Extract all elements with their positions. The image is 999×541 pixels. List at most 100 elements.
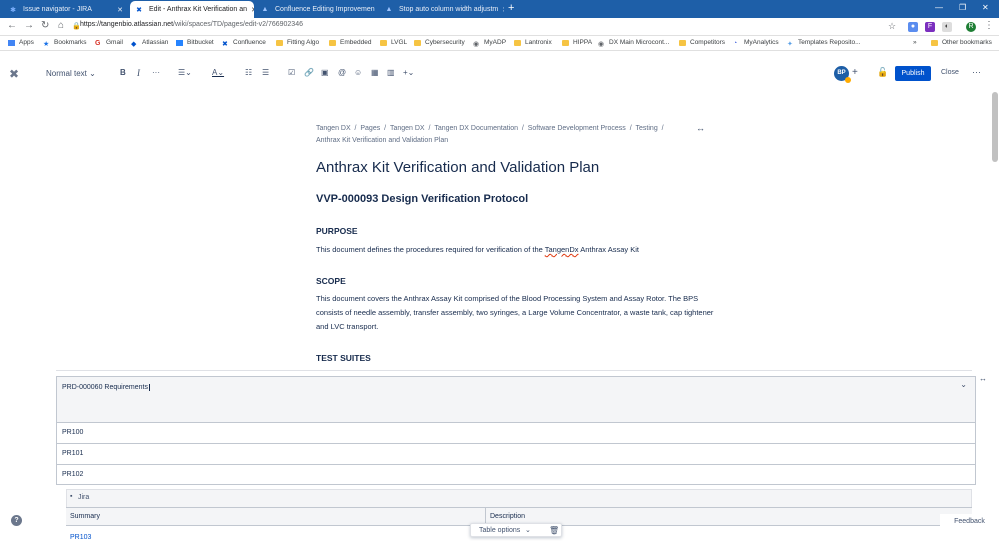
close-tab-icon[interactable]: ✕ (375, 6, 378, 14)
table-column-controls[interactable] (56, 370, 972, 375)
profile-avatar[interactable]: R (966, 22, 976, 32)
bookmark-competitors[interactable]: Competitors (679, 39, 725, 46)
more-actions-icon[interactable]: ··· (972, 67, 981, 77)
table-icon[interactable]: ▦ (371, 68, 379, 77)
browser-menu-icon[interactable]: ⋮ (984, 20, 994, 31)
url-field[interactable]: https://tangenbio.atlassian.net/wiki/spa… (80, 21, 303, 28)
bookmark-gmail[interactable]: G Gmail (95, 39, 123, 47)
extension-icon[interactable]: ◐ (942, 22, 952, 32)
text-style-dropdown[interactable]: Normal text ⌄ (46, 69, 96, 78)
bookmark-embedded[interactable]: Embedded (329, 39, 371, 46)
breadcrumb-separator: / (521, 125, 524, 132)
breadcrumb-item[interactable]: Software Development Process (528, 125, 626, 132)
image-icon[interactable]: ▣ (321, 68, 329, 77)
more-bookmarks-button[interactable]: » (913, 39, 917, 46)
url-host: https://tangenbio.atlassian.net (80, 21, 174, 28)
bookmark-bitbucket[interactable]: Bitbucket (176, 39, 214, 46)
insert-more-icon[interactable]: +⌄ (403, 68, 414, 77)
more-formatting-icon[interactable]: ··· (152, 68, 160, 77)
breadcrumb-item[interactable]: Tangen DX Documentation (434, 125, 518, 132)
text-cursor (149, 384, 150, 391)
analytics-icon: ◔ (733, 39, 738, 47)
apps-grid-icon (8, 39, 15, 46)
breadcrumb-item[interactable]: Tangen DX (316, 125, 351, 132)
bookmark-hippa[interactable]: HIPPA (562, 39, 592, 46)
text-color-icon[interactable]: A⌄ (212, 68, 224, 77)
bookmark-cybersecurity[interactable]: Cybersecurity (414, 39, 465, 46)
bookmark-confluence[interactable]: ✖ Confluence (222, 39, 266, 48)
minimize-icon[interactable]: — (935, 3, 943, 12)
tab-stop-auto-column[interactable]: ▲ Stop auto column width adjustm ✕ (380, 1, 504, 18)
scope-heading: SCOPE (316, 276, 346, 286)
bold-icon[interactable]: B (120, 68, 126, 77)
table-header-row[interactable]: PRD-000060 Requirements ⌄ (56, 376, 976, 422)
feedback-button[interactable]: Feedback (940, 514, 999, 530)
table-row[interactable]: PR100 (56, 422, 976, 443)
bookmark-lvgl[interactable]: LVGL (380, 39, 407, 46)
bookmark-myanalytics[interactable]: ◔ MyAnalytics (733, 39, 779, 47)
page-title[interactable]: Anthrax Kit Verification and Validation … (316, 159, 599, 176)
breadcrumb-item[interactable]: Pages (360, 125, 380, 132)
folder-icon (514, 39, 521, 46)
back-icon[interactable]: ← (7, 20, 17, 31)
home-icon[interactable]: ⌂ (58, 20, 64, 31)
extension-icon[interactable]: ● (908, 22, 918, 32)
numbered-list-icon[interactable]: ☰ (262, 68, 269, 77)
help-button[interactable]: ? (11, 515, 22, 526)
bookmark-fitting-algo[interactable]: Fitting Algo (276, 39, 319, 46)
tab-edit-page[interactable]: ✖ Edit - Anthrax Kit Verification an ✕ (130, 1, 254, 18)
close-tab-icon[interactable]: ✕ (247, 6, 254, 14)
tab-issue-navigator[interactable]: ✱ Issue navigator - JIRA ✕ (4, 1, 128, 18)
italic-icon[interactable]: I (137, 68, 140, 78)
forward-icon[interactable]: → (24, 20, 34, 31)
table-width-toggle-icon[interactable]: ↔ (979, 374, 987, 383)
bookmark-dx-main[interactable]: ◉ DX Main Microcont... (598, 39, 669, 48)
folder-icon (414, 39, 421, 46)
new-tab-icon[interactable]: + (508, 2, 514, 14)
action-item-icon[interactable]: ☑ (288, 68, 295, 77)
bookmark-apps[interactable]: Apps (8, 39, 34, 46)
chevron-down-icon[interactable]: ⌄ (960, 380, 967, 389)
close-tab-icon[interactable]: ✕ (113, 6, 123, 14)
full-width-toggle-icon[interactable]: ↔ (696, 123, 705, 133)
link-icon[interactable]: 🔗 (304, 68, 314, 77)
table-header-cell[interactable]: PRD-000060 Requirements (62, 384, 148, 391)
breadcrumb-item[interactable]: Testing (636, 125, 658, 132)
close-button[interactable]: Close (941, 69, 959, 76)
bookmark-other[interactable]: Other bookmarks (931, 39, 992, 46)
invite-icon[interactable]: + (852, 67, 858, 78)
scrollbar[interactable] (992, 92, 998, 162)
mention-icon[interactable]: @ (338, 68, 346, 77)
confluence-logo-icon[interactable]: ✖ (9, 67, 19, 81)
tab-title: Confluence Editing Improvemen (275, 6, 375, 13)
window-close-icon[interactable]: ✕ (982, 3, 989, 12)
table-options-button[interactable]: Table options ⌄ 🗑 (470, 523, 562, 537)
bookmark-bookmarks[interactable]: ★ Bookmarks (43, 39, 87, 48)
breadcrumb-item[interactable]: Tangen DX (390, 125, 425, 132)
align-icon[interactable]: ☰⌄ (178, 68, 192, 77)
table-row[interactable]: PR101 (56, 443, 976, 464)
bookmark-lantronix[interactable]: Lantronix (514, 39, 552, 46)
issue-link[interactable]: PR103 (70, 534, 91, 541)
layouts-icon[interactable]: ▥ (387, 68, 395, 77)
bookmark-templates[interactable]: ✦ Templates Reposito... (787, 39, 861, 48)
bullet-list-icon[interactable]: ☷ (245, 68, 252, 77)
emoji-icon[interactable]: ☺ (354, 68, 362, 77)
delete-icon[interactable]: 🗑 (549, 526, 559, 535)
jira-label: Jira (78, 494, 90, 501)
restrictions-icon[interactable]: 🔓 (877, 67, 888, 78)
tab-confluence-editing[interactable]: ▲ Confluence Editing Improvemen ✕ (256, 1, 378, 18)
chevron-down-icon: ⌄ (525, 527, 531, 534)
bookmark-atlassian[interactable]: ◆ Atlassian (131, 39, 168, 48)
extension-f-icon[interactable]: F (925, 22, 935, 32)
reload-icon[interactable]: ↻ (41, 20, 49, 31)
table-row[interactable]: PR102 (56, 464, 976, 485)
star-icon[interactable]: ☆ (888, 21, 896, 32)
maximize-icon[interactable]: ❐ (959, 3, 966, 12)
publish-button[interactable]: Publish (895, 66, 931, 81)
address-bar-row: ← → ↻ ⌂ 🔒 https://tangenbio.atlassian.ne… (0, 18, 999, 36)
test-suites-heading: TEST SUITES (316, 353, 371, 363)
column-header-summary[interactable]: Summary (66, 508, 486, 526)
bookmark-myadp[interactable]: ◉ MyADP (473, 39, 506, 48)
close-tab-icon[interactable]: ✕ (498, 6, 504, 14)
